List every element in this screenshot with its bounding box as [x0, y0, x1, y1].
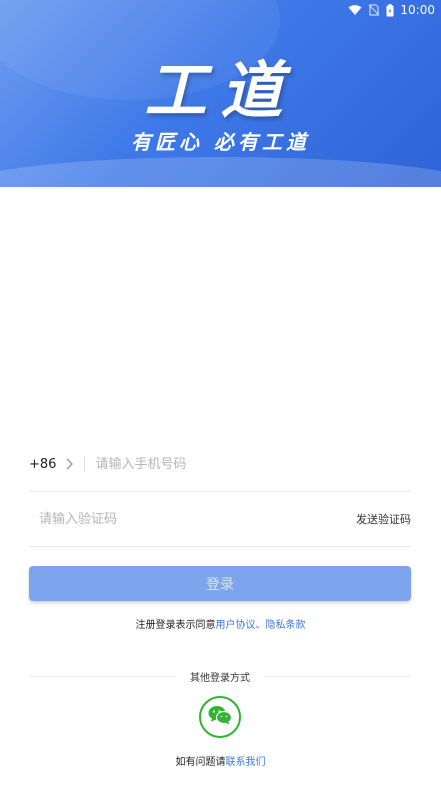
- chevron-right-icon[interactable]: [66, 457, 76, 471]
- divider-line: [29, 675, 176, 677]
- user-agreement-link[interactable]: 用户协议: [216, 620, 256, 631]
- divider: [84, 456, 86, 472]
- phone-row: +86: [29, 437, 411, 492]
- phone-input[interactable]: [95, 449, 411, 479]
- verification-code-input[interactable]: [39, 504, 356, 534]
- divider-line: [264, 675, 411, 677]
- app-slogan: 有匠心 必有工道: [131, 130, 310, 154]
- contact-us-link[interactable]: 联系我们: [226, 757, 266, 768]
- other-login-divider: 其他登录方式: [29, 668, 411, 684]
- status-bar: 10:00: [348, 0, 441, 20]
- wechat-icon: [208, 705, 233, 729]
- agreement-text: 注册登录表示同意用户协议、隐私条款: [0, 616, 441, 631]
- send-code-button[interactable]: 发送验证码: [356, 511, 411, 527]
- app-logo-title: 工道: [144, 54, 297, 127]
- login-button[interactable]: 登录: [29, 566, 411, 601]
- privacy-policy-link[interactable]: 隐私条款: [266, 620, 306, 631]
- header-banner: 10:00 工道 有匠心 必有工道: [0, 0, 441, 187]
- wifi-icon: [348, 4, 362, 16]
- contact-prefix: 如有问题请: [175, 757, 226, 768]
- country-code-selector[interactable]: +86: [29, 457, 56, 472]
- wechat-login-button[interactable]: [199, 696, 241, 738]
- contact-text: 如有问题请联系我们: [0, 753, 441, 768]
- other-login-label: 其他登录方式: [190, 672, 250, 684]
- agreement-prefix: 注册登录表示同意: [135, 620, 216, 631]
- banner-wave: [0, 157, 441, 187]
- verification-code-row: 发送验证码: [29, 492, 411, 547]
- battery-icon: [386, 3, 394, 17]
- no-sim-icon: [368, 4, 380, 16]
- agreement-separator: 、: [255, 620, 266, 631]
- status-time: 10:00: [400, 3, 435, 17]
